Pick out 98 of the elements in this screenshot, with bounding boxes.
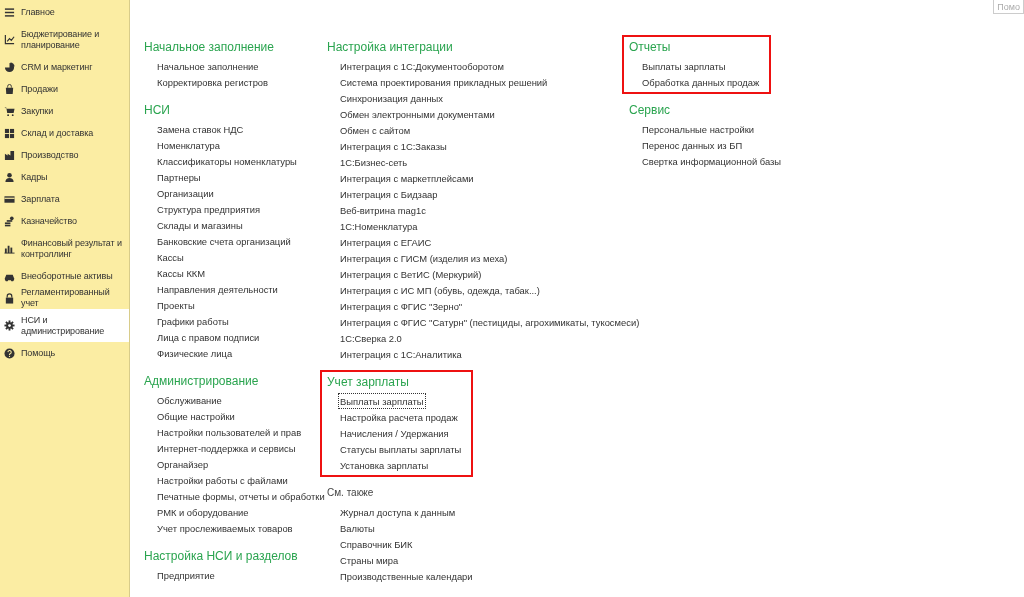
section-title: НСИ: [144, 102, 171, 118]
nav-link[interactable]: 1С:Номенклатура: [338, 218, 420, 234]
nav-link[interactable]: Валюты: [338, 520, 377, 536]
settings-icon: [4, 320, 15, 331]
factory-icon: [4, 149, 15, 161]
chart-icon: [4, 34, 15, 45]
menu-icon: [4, 6, 15, 18]
nav-link[interactable]: Настройки работы с файлами: [155, 472, 290, 488]
sidebar-item[interactable]: Помощь: [0, 342, 129, 364]
nav-link[interactable]: Интеграция с 1С:Документооборотом: [338, 58, 506, 74]
nav-link[interactable]: Обработка данных продаж: [640, 74, 762, 90]
nav-link[interactable]: 1С:Сверка 2.0: [338, 330, 404, 346]
card-icon: [4, 193, 15, 205]
nav-link[interactable]: Выплаты зарплаты: [640, 58, 728, 74]
nav-link[interactable]: Начальное заполнение: [155, 58, 261, 74]
nav-link[interactable]: Обмен с сайтом: [338, 122, 413, 138]
nav-link[interactable]: Склады и магазины: [155, 217, 245, 233]
nav-link[interactable]: Интеграция с 1С:Аналитика: [338, 346, 464, 362]
sidebar-item[interactable]: Бюджетирование и планирование: [0, 23, 129, 56]
nav-link[interactable]: Лица с правом подписи: [155, 329, 262, 345]
nav-link[interactable]: Перенос данных из БП: [640, 137, 745, 153]
sidebar-item[interactable]: Внеоборотные активы: [0, 265, 129, 287]
sidebar-item[interactable]: Казначейство: [0, 210, 129, 232]
section-title: Отчеты: [629, 39, 672, 55]
nav-link[interactable]: Интеграция с ИС МП (обувь, одежда, табак...): [338, 282, 542, 298]
nav-link[interactable]: Организации: [155, 185, 216, 201]
nav-link[interactable]: Кассы: [155, 249, 186, 265]
nav-link[interactable]: Интеграция с ГИСМ (изделия из меха): [338, 250, 510, 266]
nav-link[interactable]: Направления деятельности: [155, 281, 280, 297]
nav-link[interactable]: Классификаторы номенклатуры: [155, 153, 299, 169]
nav-link[interactable]: Органайзер: [155, 456, 211, 472]
nav-link[interactable]: РМК и оборудование: [155, 504, 251, 520]
nav-link[interactable]: Предприятие: [155, 567, 217, 583]
nav-link[interactable]: Замена ставок НДС: [155, 121, 246, 137]
sidebar-item[interactable]: Продажи: [0, 78, 129, 100]
nav-link[interactable]: Справочник БИК: [338, 536, 415, 552]
section-title: Учет зарплаты: [327, 374, 410, 390]
help-icon: [4, 347, 15, 359]
sidebar-item[interactable]: НСИ и администрирование: [0, 309, 129, 342]
nav-link[interactable]: Производственные календари: [338, 568, 475, 584]
nav-link[interactable]: Структура предприятия: [155, 201, 263, 217]
sidebar-item[interactable]: CRM и маркетинг: [0, 56, 129, 78]
nav-link[interactable]: Учет прослеживаемых товаров: [155, 520, 295, 536]
nav-link[interactable]: Интеграция с ВетИС (Меркурий): [338, 266, 484, 282]
nav-link[interactable]: Страны мира: [338, 552, 401, 568]
sidebar-item[interactable]: Регламентированный учет: [0, 287, 129, 309]
nav-link[interactable]: Статусы выплаты зарплаты: [338, 441, 464, 457]
nav-link[interactable]: Интеграция с ФГИС "Сатурн" (пестициды, агрохимикаты, тукосмеси): [338, 314, 642, 330]
nav-link[interactable]: Кассы ККМ: [155, 265, 208, 281]
section-title: См. также: [327, 486, 375, 500]
section-title: Настройка НСИ и разделов: [144, 548, 298, 564]
nav-link[interactable]: Настройка расчета продаж: [338, 409, 460, 425]
nav-link[interactable]: Физические лица: [155, 345, 235, 361]
sidebar-item[interactable]: Кадры: [0, 166, 129, 188]
nav-link[interactable]: Номенклатура: [155, 137, 222, 153]
section-title: Администрирование: [144, 373, 260, 389]
sidebar-item[interactable]: Финансовый результат и контроллинг: [0, 232, 129, 265]
section-title: Начальное заполнение: [144, 39, 274, 55]
bar-chart-icon: [4, 243, 15, 254]
nav-link[interactable]: Интеграция с маркетплейсами: [338, 170, 476, 186]
nav-link[interactable]: Персональные настройки: [640, 121, 757, 137]
nav-link[interactable]: Банковские счета организаций: [155, 233, 293, 249]
nav-link[interactable]: Проекты: [155, 297, 197, 313]
sidebar-item[interactable]: Главное: [0, 1, 129, 23]
nav-link[interactable]: Обслуживание: [155, 392, 224, 408]
coins-icon: [4, 215, 15, 227]
nav-link[interactable]: Журнал доступа к данным: [338, 504, 458, 520]
nav-link[interactable]: Установка зарплаты: [338, 457, 431, 473]
bag-icon: [4, 83, 15, 95]
nav-link[interactable]: Графики работы: [155, 313, 231, 329]
nav-link[interactable]: Корректировка регистров: [155, 74, 271, 90]
pie-icon: [4, 61, 15, 73]
nav-link[interactable]: Общие настройки: [155, 408, 237, 424]
person-icon: [4, 171, 15, 183]
sidebar-item[interactable]: Зарплата: [0, 188, 129, 210]
nav-link[interactable]: Интеграция с ЕГАИС: [338, 234, 434, 250]
nav-link[interactable]: Интеграция с 1С:Заказы: [338, 138, 449, 154]
nav-link[interactable]: Печатные формы, отчеты и обработки: [155, 488, 327, 504]
nav-link[interactable]: Интернет-поддержка и сервисы: [155, 440, 298, 456]
lock-icon: [4, 292, 15, 304]
nav-link[interactable]: Начисления / Удержания: [338, 425, 451, 441]
section-title: Сервис: [629, 102, 672, 118]
nav-link[interactable]: Свертка информационной базы: [640, 153, 784, 169]
sidebar-item[interactable]: Закупки: [0, 100, 129, 122]
grid-icon: [4, 127, 15, 139]
nav-link[interactable]: Интеграция с Бидзаар: [338, 186, 440, 202]
sidebar-item[interactable]: Склад и доставка: [0, 122, 129, 144]
nav-link[interactable]: Выплаты зарплаты: [338, 393, 426, 409]
nav-link[interactable]: Синхронизация данных: [338, 90, 445, 106]
nav-link[interactable]: Веб-витрина mag1c: [338, 202, 428, 218]
sidebar-item[interactable]: Производство: [0, 144, 129, 166]
nav-link[interactable]: Система проектирования прикладных решений: [338, 74, 550, 90]
cart-icon: [4, 105, 15, 117]
nav-link[interactable]: Обмен электронными документами: [338, 106, 497, 122]
nav-link[interactable]: 1С:Бизнес-сеть: [338, 154, 410, 170]
nav-link[interactable]: Партнеры: [155, 169, 203, 185]
nav-link[interactable]: Настройки пользователей и прав: [155, 424, 304, 440]
nav-link[interactable]: Интеграция с ФГИС "Зерно": [338, 298, 465, 314]
